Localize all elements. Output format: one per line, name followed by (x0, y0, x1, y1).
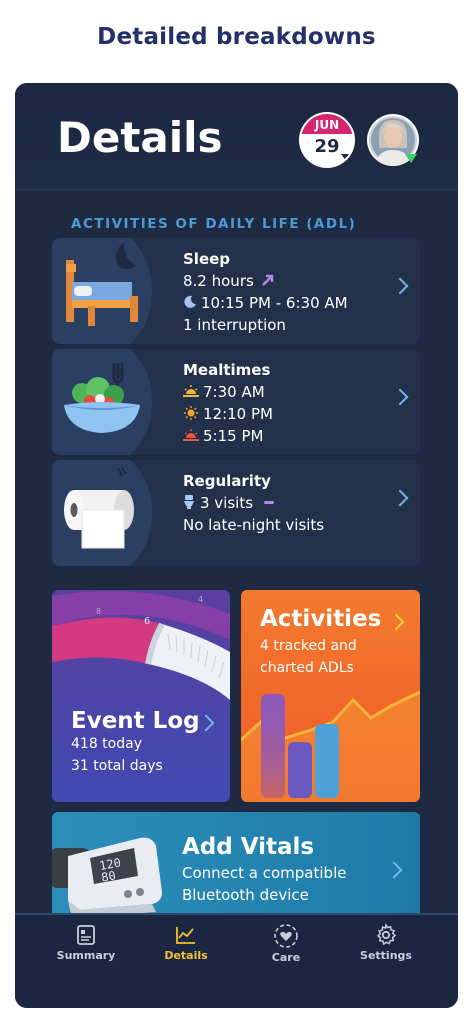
regularity-title: Regularity (183, 472, 271, 490)
tab-settings-label: Settings (360, 949, 412, 962)
late-night-visits: No late-night visits (183, 516, 325, 534)
visit-count: 3 visits (200, 494, 254, 512)
breakfast-row: 7:30 AM (183, 383, 265, 401)
tab-details[interactable]: Details (136, 923, 236, 962)
tab-summary[interactable]: Summary (36, 923, 136, 962)
breakfast-time: 7:30 AM (203, 383, 265, 401)
chevron-right-icon (197, 714, 215, 732)
add-vitals-line-1: Connect a compatible (182, 864, 347, 882)
visits-row: 3 visits (183, 494, 274, 512)
summary-icon (77, 925, 95, 945)
monitor-diastolic: 80 (100, 868, 117, 884)
svg-text:6: 6 (144, 616, 150, 627)
toilet-paper-icon (52, 460, 152, 566)
lunch-row: 12:10 PM (183, 405, 273, 423)
top-bar: Details JUN 29 (15, 83, 458, 190)
sleep-duration: 8.2 hours (183, 272, 254, 290)
sleep-window-row: 10:15 PM - 6:30 AM (183, 294, 348, 312)
sunset-icon (183, 429, 199, 441)
tab-care-label: Care (271, 951, 301, 964)
activities-line-1: 4 tracked and (260, 638, 357, 654)
adl-card-regularity[interactable]: Regularity 3 visits No late-night visits (52, 460, 420, 566)
chevron-right-icon (391, 277, 409, 295)
dinner-time: 5:15 PM (203, 427, 264, 445)
tab-bar: Summary Details Care Settings (15, 913, 458, 1008)
svg-text:4: 4 (198, 595, 203, 604)
gear-icon (376, 923, 397, 946)
moon-icon (184, 295, 196, 308)
svg-text:8: 8 (96, 607, 101, 616)
add-vitals-title: Add Vitals (182, 834, 315, 860)
adl-section-label: ACTIVITIES OF DAILY LIFE (ADL) (71, 216, 357, 232)
event-log-today: 418 today (71, 736, 142, 752)
tab-settings[interactable]: Settings (336, 923, 436, 962)
event-log-tile[interactable]: 6 8 4 Event Log 418 today 31 total days (52, 590, 230, 802)
chevron-right-icon (385, 861, 403, 879)
sleep-window: 10:15 PM - 6:30 AM (201, 294, 348, 312)
toilet-icon (184, 495, 194, 509)
tab-details-label: Details (164, 949, 208, 962)
neutral-dash-icon (263, 501, 274, 504)
activities-line-2: charted ADLs (260, 660, 354, 676)
caret-down-icon (341, 154, 353, 162)
bed-icon (52, 238, 152, 344)
date-month: JUN (301, 114, 353, 134)
lunch-time: 12:10 PM (203, 405, 273, 423)
status-caret-icon (405, 154, 417, 163)
add-vitals-line-2: Bluetooth device (182, 886, 309, 904)
sun-icon (184, 406, 198, 420)
trend-up-icon (261, 274, 273, 286)
app-screen: Details JUN 29 ACTIVITIES OF DAILY LIFE … (15, 83, 458, 1008)
dinner-row: 5:15 PM (183, 427, 263, 445)
tab-care[interactable]: Care (236, 923, 336, 964)
headline: Detailed breakdowns (97, 24, 376, 50)
event-log-total-days: 31 total days (71, 758, 163, 774)
sunrise-icon (183, 385, 199, 397)
activities-tile[interactable]: Activities 4 tracked and charted ADLs (241, 590, 420, 802)
heart-icon (274, 924, 298, 948)
mealtimes-title: Mealtimes (183, 361, 271, 379)
tab-summary-label: Summary (56, 949, 116, 962)
adl-card-mealtimes[interactable]: Mealtimes 7:30 AM 12:10 PM 5:15 PM (52, 349, 420, 455)
chevron-right-icon (391, 489, 409, 507)
chevron-right-icon (391, 388, 409, 406)
sleep-interruptions: 1 interruption (183, 316, 286, 334)
salad-bowl-icon (52, 349, 152, 455)
activities-title: Activities (260, 606, 382, 632)
event-log-title: Event Log (71, 708, 200, 734)
chart-icon (176, 927, 195, 944)
date-picker-button[interactable]: JUN 29 (301, 114, 353, 166)
sleep-title: Sleep (183, 250, 231, 268)
page-title: Details (57, 113, 223, 162)
sleep-duration-row: 8.2 hours (183, 272, 275, 290)
clock-dial-icon: 6 8 4 (52, 590, 230, 700)
adl-card-sleep[interactable]: Sleep 8.2 hours 10:15 PM - 6:30 AM 1 int… (52, 238, 420, 344)
